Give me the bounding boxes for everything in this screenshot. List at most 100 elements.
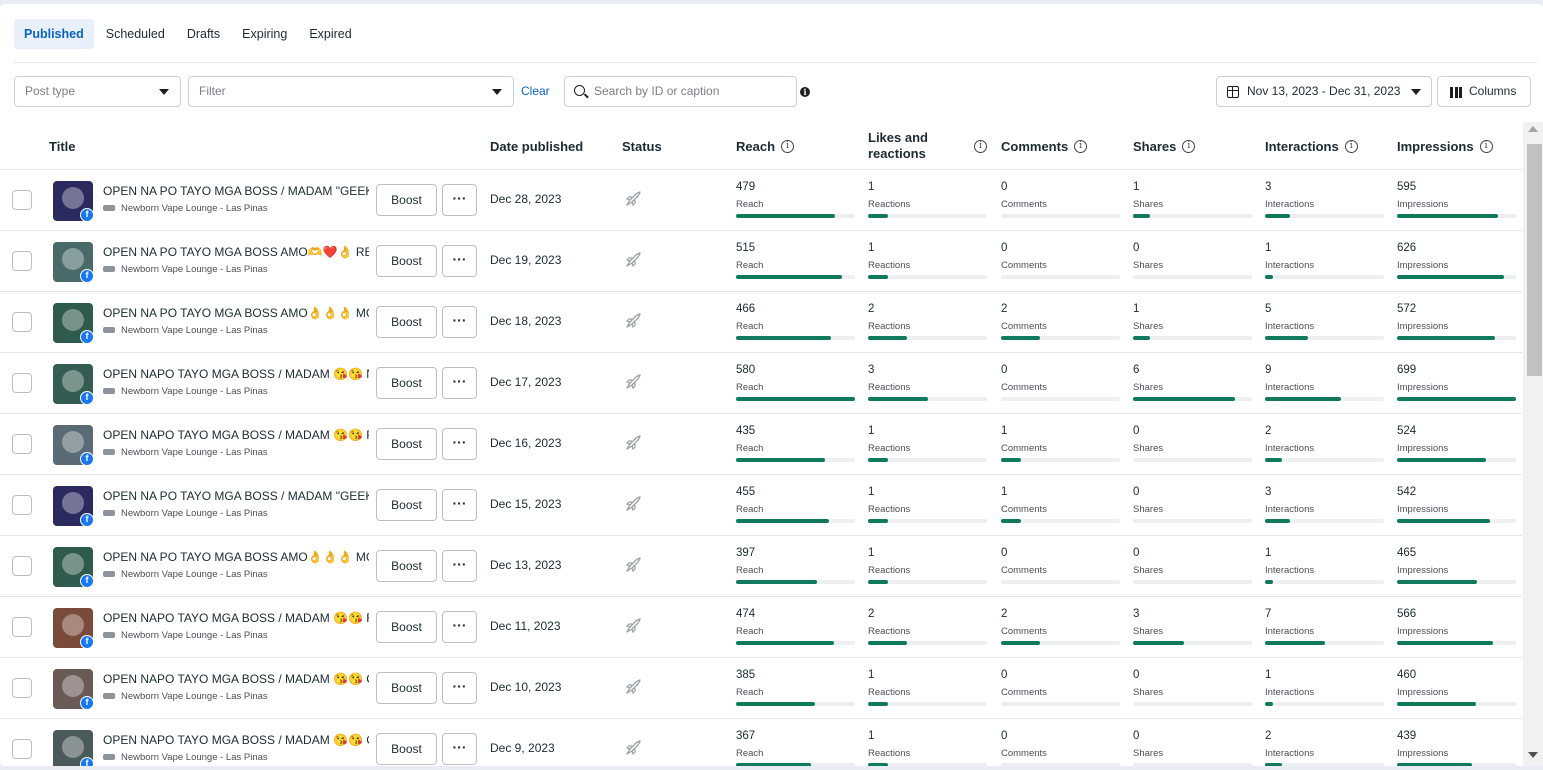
header-interactions[interactable]: Interactions i bbox=[1265, 122, 1358, 170]
boost-button[interactable]: Boost bbox=[376, 611, 437, 643]
table-row[interactable]: f OPEN NA PO TAYO MGA BOSS AMO👌👌👌 MG... Ne… bbox=[0, 536, 1522, 597]
post-title[interactable]: OPEN NA PO TAYO MGA BOSS / MADAM "GEEKV.… bbox=[103, 489, 369, 503]
post-title[interactable]: OPEN NA PO TAYO MGA BOSS / MADAM "GEEKV.… bbox=[103, 184, 369, 198]
more-options-button[interactable]: ··· bbox=[442, 611, 477, 643]
table-row[interactable]: f OPEN NAPO TAYO MGA BOSS / MADAM 😘😘 C...… bbox=[0, 658, 1522, 719]
scroll-down-icon[interactable] bbox=[1528, 752, 1538, 758]
page-name: Newborn Vape Lounge - Las Pinas bbox=[103, 569, 268, 580]
row-checkbox[interactable] bbox=[12, 373, 32, 393]
search-input[interactable]: Search by ID or caption bbox=[564, 76, 797, 107]
row-checkbox[interactable] bbox=[12, 495, 32, 515]
metric-label: Interactions bbox=[1265, 504, 1315, 515]
more-options-button[interactable]: ··· bbox=[442, 184, 477, 216]
scrollbar-thumb[interactable] bbox=[1527, 144, 1542, 376]
info-icon[interactable]: i bbox=[1182, 139, 1196, 153]
metric-value: 0 bbox=[1133, 669, 1140, 681]
date-published: Dec 17, 2023 bbox=[490, 375, 562, 389]
table-row[interactable]: f OPEN NA PO TAYO MGA BOSS AMO👌👌👌 MG... Ne… bbox=[0, 292, 1522, 353]
filter-select[interactable]: Filter bbox=[188, 76, 514, 107]
header-reach[interactable]: Reach i bbox=[736, 122, 795, 170]
info-icon[interactable]: i bbox=[1479, 139, 1493, 153]
metric-label: Shares bbox=[1133, 687, 1164, 698]
boost-button[interactable]: Boost bbox=[376, 184, 437, 216]
header-impressions[interactable]: Impressions i bbox=[1397, 122, 1493, 170]
clear-filters-link[interactable]: Clear bbox=[521, 76, 550, 107]
table-row[interactable]: f OPEN NAPO TAYO MGA BOSS / MADAM 😘😘 R...… bbox=[0, 597, 1522, 658]
boost-button[interactable]: Boost bbox=[376, 489, 437, 521]
post-title[interactable]: OPEN NA PO TAYO MGA BOSS AMO👌👌👌 MG... bbox=[103, 306, 369, 320]
metric-bar-fill bbox=[868, 214, 889, 218]
row-checkbox[interactable] bbox=[12, 251, 32, 271]
tab-expiring[interactable]: Expiring bbox=[232, 19, 297, 49]
metric-label: Reactions bbox=[868, 199, 911, 210]
metric-bar-track bbox=[1265, 458, 1384, 462]
columns-button[interactable]: Columns bbox=[1437, 76, 1531, 107]
table-row[interactable]: f OPEN NA PO TAYO MGA BOSS / MADAM "GEEKV… bbox=[0, 475, 1522, 536]
more-options-button[interactable]: ··· bbox=[442, 489, 477, 521]
boost-button[interactable]: Boost bbox=[376, 428, 437, 460]
table-row[interactable]: f OPEN NA PO TAYO MGA BOSS / MADAM "GEEKV… bbox=[0, 170, 1522, 231]
metric-label: Shares bbox=[1133, 321, 1164, 332]
more-options-button[interactable]: ··· bbox=[442, 367, 477, 399]
more-options-button[interactable]: ··· bbox=[442, 428, 477, 460]
header-shares[interactable]: Shares i bbox=[1133, 122, 1196, 170]
page-name: Newborn Vape Lounge - Las Pinas bbox=[103, 203, 268, 214]
row-checkbox[interactable] bbox=[12, 739, 32, 759]
post-title[interactable]: OPEN NA PO TAYO MGA BOSS AMO👌👌👌 MG... bbox=[103, 550, 369, 564]
header-date-published[interactable]: Date published bbox=[490, 122, 583, 170]
boost-button[interactable]: Boost bbox=[376, 245, 437, 277]
info-icon[interactable]: i bbox=[1074, 139, 1088, 153]
header-likes-reactions[interactable]: Likes and reactions i bbox=[868, 122, 987, 170]
boost-button[interactable]: Boost bbox=[376, 550, 437, 582]
more-options-button[interactable]: ··· bbox=[442, 733, 477, 765]
info-icon[interactable]: i bbox=[1344, 139, 1358, 153]
metric-value: 524 bbox=[1397, 425, 1417, 437]
post-title[interactable]: OPEN NAPO TAYO MGA BOSS / MADAM 😘😘 R... bbox=[103, 611, 369, 625]
metric-bar-fill bbox=[1133, 336, 1150, 340]
metric-label: Shares bbox=[1133, 565, 1164, 576]
published-rocket-icon bbox=[625, 496, 641, 512]
table-row[interactable]: f OPEN NAPO TAYO MGA BOSS / MADAM 😘😘 N...… bbox=[0, 353, 1522, 414]
scroll-up-icon[interactable] bbox=[1528, 126, 1538, 132]
table-row[interactable]: f OPEN NAPO TAYO MGA BOSS / MADAM 😘😘 F...… bbox=[0, 414, 1522, 475]
row-checkbox[interactable] bbox=[12, 678, 32, 698]
metric-bar-fill bbox=[1397, 580, 1477, 584]
post-type-select[interactable]: Post type bbox=[14, 76, 181, 107]
post-title[interactable]: OPEN NAPO TAYO MGA BOSS / MADAM 😘😘 F... bbox=[103, 428, 369, 442]
tab-expired[interactable]: Expired bbox=[299, 19, 361, 49]
more-options-button[interactable]: ··· bbox=[442, 550, 477, 582]
boost-button[interactable]: Boost bbox=[376, 367, 437, 399]
header-status[interactable]: Status bbox=[622, 122, 662, 170]
row-checkbox[interactable] bbox=[12, 617, 32, 637]
more-options-button[interactable]: ··· bbox=[442, 672, 477, 704]
metric-bar-track bbox=[868, 580, 987, 584]
row-checkbox[interactable] bbox=[12, 190, 32, 210]
post-title[interactable]: OPEN NAPO TAYO MGA BOSS / MADAM 😘😘 C... bbox=[103, 672, 369, 686]
info-icon[interactable]: i bbox=[800, 87, 810, 97]
post-title[interactable]: OPEN NA PO TAYO MGA BOSS AMO🫶❤️👌 RE... bbox=[103, 245, 369, 259]
metric-value: 0 bbox=[1133, 242, 1140, 254]
table-row[interactable]: f OPEN NAPO TAYO MGA BOSS / MADAM 😘😘 C...… bbox=[0, 719, 1522, 766]
post-title[interactable]: OPEN NAPO TAYO MGA BOSS / MADAM 😘😘 N... bbox=[103, 367, 369, 381]
info-icon[interactable]: i bbox=[781, 139, 795, 153]
more-options-button[interactable]: ··· bbox=[442, 245, 477, 277]
date-range-button[interactable]: Nov 13, 2023 - Dec 31, 2023 bbox=[1216, 76, 1432, 107]
tab-scheduled[interactable]: Scheduled bbox=[96, 19, 175, 49]
row-checkbox[interactable] bbox=[12, 434, 32, 454]
post-title[interactable]: OPEN NAPO TAYO MGA BOSS / MADAM 😘😘 C... bbox=[103, 733, 369, 747]
tab-drafts[interactable]: Drafts bbox=[177, 19, 230, 49]
vertical-scrollbar[interactable] bbox=[1523, 122, 1543, 766]
boost-button[interactable]: Boost bbox=[376, 672, 437, 704]
header-title[interactable]: Title bbox=[49, 122, 76, 170]
boost-button[interactable]: Boost bbox=[376, 733, 437, 765]
boost-button[interactable]: Boost bbox=[376, 306, 437, 338]
header-comments[interactable]: Comments i bbox=[1001, 122, 1088, 170]
info-icon[interactable]: i bbox=[974, 139, 987, 153]
more-options-button[interactable]: ··· bbox=[442, 306, 477, 338]
table-row[interactable]: f OPEN NA PO TAYO MGA BOSS AMO🫶❤️👌 RE... N… bbox=[0, 231, 1522, 292]
tab-published[interactable]: Published bbox=[14, 19, 94, 49]
metric-bar-track bbox=[1133, 397, 1252, 401]
row-checkbox[interactable] bbox=[12, 312, 32, 332]
metric-label: Reach bbox=[736, 626, 764, 637]
row-checkbox[interactable] bbox=[12, 556, 32, 576]
